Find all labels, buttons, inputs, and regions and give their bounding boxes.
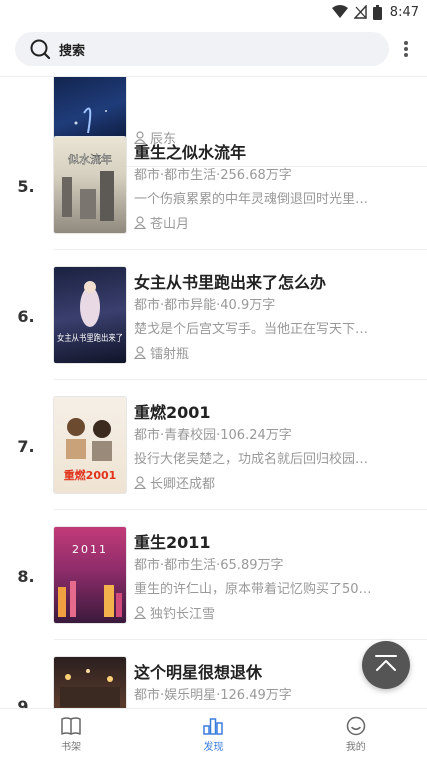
nav-label: 我的 xyxy=(345,742,366,753)
cover-title-text: 2011 xyxy=(72,543,108,556)
profile-icon xyxy=(346,716,366,736)
more-dot-icon xyxy=(404,47,408,51)
book-author: 长卿还成都 xyxy=(134,473,215,492)
more-dot-icon xyxy=(404,41,408,45)
header: 搜索 xyxy=(0,28,427,72)
book-meta: 都市·娱乐明星·126.49万字 xyxy=(134,688,292,703)
book-description: 投行大佬吴楚之，功成名就后回归校园… xyxy=(134,452,369,467)
nav-discover[interactable]: 发现 xyxy=(142,709,284,760)
back-to-top-button[interactable] xyxy=(362,641,410,689)
author-icon xyxy=(134,216,146,229)
cover-title-text: 女主从书里跑出来了 xyxy=(57,332,123,344)
book-description: 楚戈是个后宫文写手。当他正在写天下… xyxy=(134,322,369,337)
nav-bookshelf[interactable]: 书架 xyxy=(0,709,142,760)
cover-title-text: 重燃2001 xyxy=(64,468,117,482)
nav-label: 书架 xyxy=(61,742,82,753)
row-divider xyxy=(54,509,427,510)
list-item[interactable]: 8. 2011 重生2011 都市·都市生活·65.89万字 重生的许仁山，原本… xyxy=(0,527,427,657)
book-rank: 6. xyxy=(17,307,35,326)
signal-off-icon xyxy=(353,5,367,19)
cover-title-text: 似水流年 xyxy=(68,152,112,166)
nav-profile[interactable]: 我的 xyxy=(285,709,427,760)
status-bar: 8:47 xyxy=(0,0,427,24)
back-to-top-icon xyxy=(375,655,397,671)
book-description: 重生的许仁山，原本带着记忆购买了50… xyxy=(134,582,372,597)
author-icon xyxy=(134,606,146,619)
list-item[interactable]: 6. 女主从书里跑出来了 女主从书里跑出来了怎么办 都市·都市异能·40.9万字… xyxy=(0,267,427,397)
book-cover: 重燃2001 xyxy=(54,397,126,493)
bottom-nav: 书架 发现 我的 xyxy=(0,708,427,760)
more-menu-button[interactable] xyxy=(399,38,413,60)
book-author: 独钓长江雪 xyxy=(134,603,215,622)
book-meta: 都市·青春校园·106.24万字 xyxy=(134,428,292,443)
book-cover xyxy=(54,657,126,708)
nav-label: 发现 xyxy=(203,742,224,753)
list-item[interactable]: 5. 似水流年 重生之似水流年 都市·都市生活·256.68万字 一个伤痕累累的… xyxy=(0,137,427,267)
more-dot-icon xyxy=(404,53,408,57)
row-divider xyxy=(54,639,427,640)
wifi-icon xyxy=(331,5,348,18)
list-item[interactable]: 7. 重燃2001 重燃2001 都市·青春校园·106.24万字 投行大佬吴楚… xyxy=(0,397,427,527)
search-bar[interactable]: 搜索 xyxy=(15,32,389,66)
author-icon xyxy=(134,346,146,359)
row-divider xyxy=(54,379,427,380)
book-list[interactable]: 辰东 5. 似水流年 重生之似水流年 都市·都市生活·256.68万字 一个伤痕… xyxy=(0,77,427,708)
book-meta: 都市·都市生活·256.68万字 xyxy=(134,168,292,183)
book-rank: 7. xyxy=(17,437,35,456)
author-icon xyxy=(134,476,146,489)
book-rank: 9. xyxy=(17,697,35,708)
book-description: 一个伤痕累累的中年灵魂倒退回时光里… xyxy=(134,192,369,207)
book-meta: 都市·都市异能·40.9万字 xyxy=(134,298,276,313)
bookshelf-icon xyxy=(61,717,81,735)
book-title[interactable]: 这个明星很想退休 xyxy=(134,659,262,683)
book-author: 苍山月 xyxy=(134,213,189,232)
book-title[interactable]: 女主从书里跑出来了怎么办 xyxy=(134,269,326,293)
book-title[interactable]: 重生之似水流年 xyxy=(134,139,246,163)
status-time: 8:47 xyxy=(389,4,419,20)
book-rank: 8. xyxy=(17,567,35,586)
book-cover: 女主从书里跑出来了 xyxy=(54,267,126,363)
book-rank: 5. xyxy=(17,177,35,196)
book-title[interactable]: 重燃2001 xyxy=(134,399,211,423)
discover-icon xyxy=(203,718,224,735)
book-title[interactable]: 重生2011 xyxy=(134,529,211,553)
book-meta: 都市·都市生活·65.89万字 xyxy=(134,558,284,573)
book-cover: 似水流年 xyxy=(54,137,126,233)
row-divider xyxy=(54,249,427,250)
battery-icon xyxy=(372,4,382,20)
book-cover: 2011 xyxy=(54,527,126,623)
book-author: 镭射瓶 xyxy=(134,343,189,362)
search-label: 搜索 xyxy=(59,43,86,59)
search-icon xyxy=(30,39,51,60)
